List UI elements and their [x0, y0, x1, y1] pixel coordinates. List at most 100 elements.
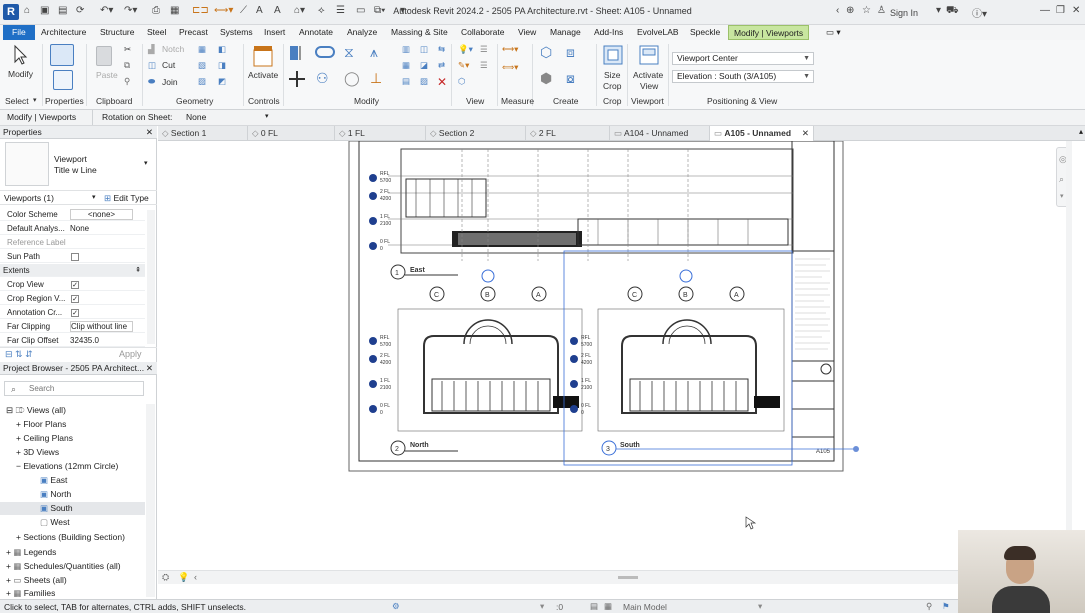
browser-scrollbar[interactable] — [146, 404, 155, 597]
pin-icon[interactable]: ◫ — [420, 44, 428, 55]
tab-annotate[interactable]: Annotate — [299, 25, 333, 40]
cut-geometry-icon[interactable]: ◫ — [148, 60, 156, 71]
browser-search-input[interactable] — [29, 383, 139, 394]
join-icon[interactable]: ⬬ — [148, 76, 155, 87]
geometry-tool-6-icon[interactable]: ◩ — [218, 76, 226, 87]
match-properties-icon[interactable]: ⚲ — [124, 76, 130, 87]
properties-scrollbar[interactable] — [147, 210, 155, 344]
create-assembly-icon[interactable]: ⬢ — [540, 70, 552, 87]
horizontal-scroll-thumb[interactable] — [618, 576, 638, 579]
paste-icon[interactable] — [96, 46, 112, 66]
prop-row-color-scheme[interactable]: Color Scheme <none> — [0, 208, 145, 221]
tree-elevation-west[interactable]: ▢ West — [40, 516, 70, 529]
tree-sheets[interactable]: + ▭ Sheets (all) — [6, 574, 67, 587]
scale-dropdown-icon[interactable]: ▾ — [540, 601, 544, 612]
size-crop-button-line2[interactable]: Crop — [603, 81, 621, 91]
sign-in-link[interactable]: Sign In — [890, 8, 918, 18]
geometry-tool-3-icon[interactable]: ▨ — [198, 76, 206, 87]
prop-group-extents[interactable]: Extents ⇞ — [0, 264, 145, 277]
unjoin-icon[interactable]: ⇄ — [438, 60, 445, 71]
rotation-dropdown-icon[interactable]: ▾ — [265, 112, 269, 120]
cut-scissors-icon[interactable]: ✂ — [124, 44, 131, 55]
tab-steel[interactable]: Steel — [147, 25, 166, 40]
mirror-draw-icon[interactable]: ⩚ — [370, 44, 378, 61]
tab-insert[interactable]: Insert — [264, 25, 285, 40]
tree-elevation-east[interactable]: ▣ East — [40, 474, 67, 487]
dimension-tool-icon[interactable]: ⟺▾ — [502, 62, 518, 73]
viewport-type-select[interactable]: Viewport Center ▼ — [672, 52, 814, 65]
tab-file[interactable]: File — [3, 25, 35, 40]
scale-icon[interactable]: ▤ — [402, 76, 410, 87]
prop-row-sun-path[interactable]: Sun Path — [0, 250, 145, 263]
tab-add-ins[interactable]: Add-Ins — [594, 25, 623, 40]
type-selector-dropdown-icon[interactable]: ▾ — [144, 159, 148, 167]
tree-ceiling-plans[interactable]: + Ceiling Plans — [16, 432, 73, 445]
worksets-icon[interactable]: ⚙ — [392, 601, 400, 612]
apply-button[interactable]: Apply — [119, 349, 142, 359]
annotation-crop-checkbox[interactable]: ✓ — [71, 309, 79, 317]
tab-structure[interactable]: Structure — [100, 25, 135, 40]
close-browser-icon[interactable]: ✕ — [146, 362, 153, 375]
type-properties-icon[interactable] — [53, 70, 73, 90]
prop-row-default-analysis[interactable]: Default Analys... None — [0, 222, 145, 235]
view-tool-2-icon[interactable]: ☰ — [480, 60, 488, 71]
tab-manage[interactable]: Manage — [550, 25, 581, 40]
geometry-tool-1-icon[interactable]: ▦ — [198, 44, 206, 55]
tree-elevation-south[interactable]: ▣ South — [0, 502, 145, 515]
browser-search[interactable]: ⌕ — [4, 381, 144, 396]
delete-icon[interactable]: ✕ — [437, 75, 447, 89]
cart-icon[interactable]: ⛟ — [946, 5, 959, 18]
close-tab-icon[interactable]: ✕ — [802, 126, 809, 141]
tab-collaborate[interactable]: Collaborate — [461, 25, 504, 40]
tab-modify-viewports[interactable]: Modify | Viewports — [728, 25, 810, 40]
split-icon[interactable]: ▥ — [402, 44, 410, 55]
nav-dropdown-icon[interactable]: ▾ — [1060, 192, 1064, 200]
sheet-drawing[interactable]: A105 RFL5700 2 FL4200 1 FL2100 0 FL0 1 E… — [158, 141, 1072, 584]
unpin-icon[interactable]: ◪ — [420, 60, 428, 71]
view-tool-icon[interactable]: ☰ — [480, 44, 488, 55]
sun-path-checkbox[interactable] — [71, 253, 79, 261]
move-icon[interactable] — [288, 70, 306, 88]
tab-view[interactable]: View — [518, 25, 536, 40]
group-icon[interactable]: ▨ — [420, 76, 428, 87]
create-parts-icon[interactable]: ⧇ — [566, 70, 575, 87]
notch-icon[interactable]: ▟ — [148, 44, 155, 55]
model-dropdown-icon[interactable]: ▾ — [758, 601, 762, 612]
join-button[interactable]: Join — [162, 77, 178, 87]
viewport-view-select[interactable]: Elevation : South (3/A105) ▼ — [672, 70, 814, 83]
create-group-icon[interactable]: ⧈ — [566, 44, 575, 61]
crop-region-checkbox[interactable]: ✓ — [71, 295, 79, 303]
user-icon[interactable]: ♙ — [877, 5, 886, 16]
tab-analyze[interactable]: Analyze — [347, 25, 377, 40]
minimize-icon[interactable]: — — [1040, 5, 1050, 16]
geometry-tool-5-icon[interactable]: ◨ — [218, 60, 226, 71]
tab-precast[interactable]: Precast — [179, 25, 208, 40]
rotate-icon[interactable]: ◯ — [344, 70, 360, 87]
linework-icon[interactable]: ⬡ — [458, 76, 465, 87]
copy-element-icon[interactable]: ⚇ — [316, 70, 329, 87]
tab-massing-site[interactable]: Massing & Site — [391, 25, 448, 40]
size-crop-button[interactable]: Size — [604, 70, 621, 80]
modify-cursor-icon[interactable] — [11, 44, 31, 66]
instance-selector[interactable]: Viewports (1) ▾ ⊞ Edit Type — [0, 190, 157, 205]
view-tab-2-fl[interactable]: ◇ 2 FL — [526, 126, 610, 141]
activate-view-button[interactable]: Activate — [633, 70, 663, 80]
mirror-axis-icon[interactable]: ⧖ — [344, 44, 354, 61]
tab-systems[interactable]: Systems — [220, 25, 253, 40]
tree-families[interactable]: + ▦ Families — [6, 587, 55, 597]
view-tab-0-fl[interactable]: ◇ 0 FL — [248, 126, 335, 141]
size-crop-icon[interactable] — [602, 44, 624, 66]
array-icon[interactable]: ▦ — [402, 60, 410, 71]
offset-icon[interactable] — [314, 44, 336, 62]
override-icon[interactable]: ✎▾ — [458, 60, 469, 71]
tree-3d-views[interactable]: + 3D Views — [16, 446, 59, 459]
hide-icon[interactable]: 💡▾ — [458, 44, 473, 55]
search-arrow-icon[interactable]: ‹ — [836, 5, 839, 16]
prop-row-far-clipping[interactable]: Far Clipping Clip without line — [0, 320, 145, 333]
drawing-canvas[interactable]: A105 RFL 5700 2 FL 4200 1 FL 2100 0 FL 0 1 — [158, 141, 1072, 584]
model-icon[interactable]: ▦ — [604, 601, 612, 612]
tab-evolvelab[interactable]: EvolveLAB — [637, 25, 679, 40]
geometry-tool-2-icon[interactable]: ▧ — [198, 60, 206, 71]
visual-style-icon[interactable]: ⛭ — [162, 572, 169, 583]
help-icon[interactable]: ⓘ▾ — [972, 5, 987, 20]
